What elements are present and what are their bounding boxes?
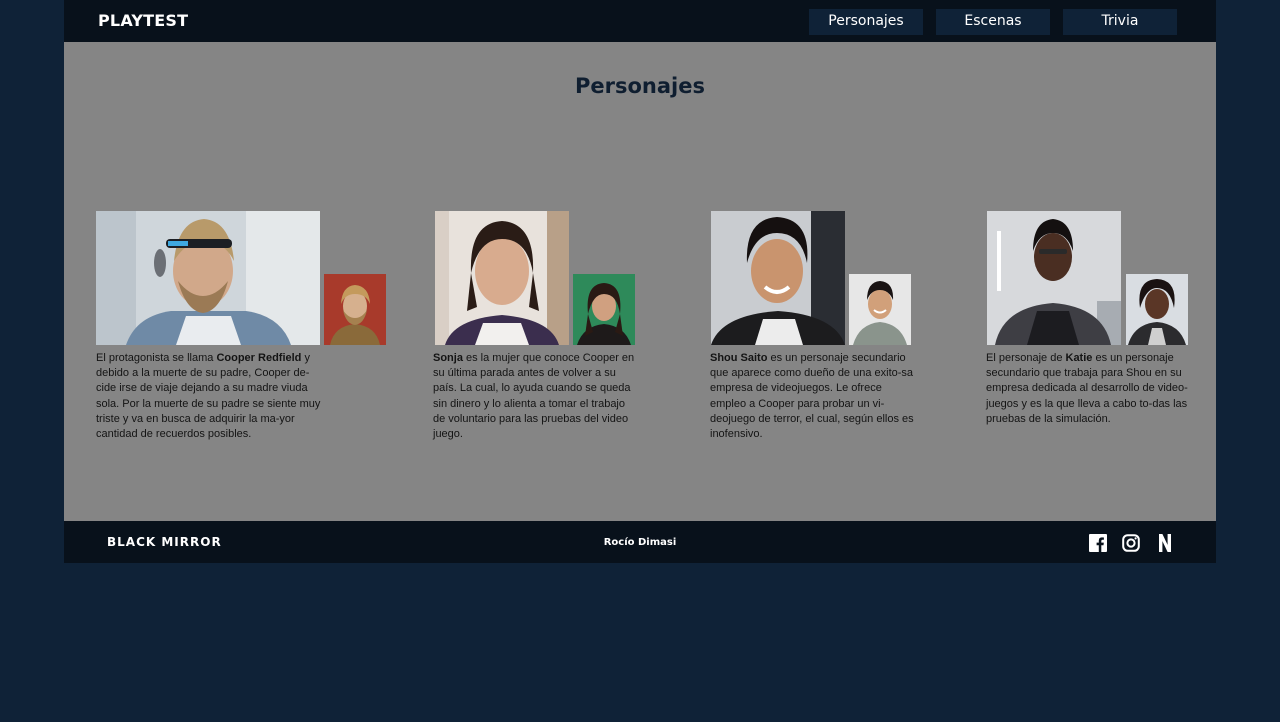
brand-logo[interactable]: PLAYTEST [98, 11, 188, 30]
sonja-scene-photo [435, 211, 569, 345]
footer: BLACK MIRROR Rocío Dimasi [64, 521, 1216, 563]
shou-scene-photo [711, 211, 845, 345]
facebook-icon[interactable] [1089, 534, 1107, 552]
instagram-icon[interactable] [1122, 534, 1140, 552]
shou-description: Shou Saito es un personaje secundario qu… [710, 352, 914, 441]
sonja-actor-photo [573, 274, 635, 345]
nav-trivia-button[interactable]: Trivia [1063, 9, 1177, 35]
top-navbar: PLAYTEST Personajes Escenas Trivia [64, 0, 1216, 42]
footer-author: Rocío Dimasi [603, 537, 677, 548]
katie-actor-photo [1126, 274, 1188, 345]
main-content: Personajes El protagonista se llama Coop… [64, 42, 1216, 521]
katie-name: Katie [1065, 352, 1093, 364]
sonja-description: Sonja es la mujer que conoce Cooper en s… [433, 352, 635, 441]
page: PLAYTEST Personajes Escenas Trivia Perso… [64, 0, 1216, 563]
nav-personajes-button[interactable]: Personajes [809, 9, 923, 35]
cooper-scene-photo [96, 211, 320, 345]
netflix-icon[interactable] [1158, 534, 1176, 552]
cooper-actor-photo [324, 274, 386, 345]
cooper-name: Cooper Redfield [216, 352, 302, 364]
shou-actor-photo [849, 274, 911, 345]
shou-name: Shou Saito [710, 352, 768, 364]
nav-escenas-button[interactable]: Escenas [936, 9, 1050, 35]
sonja-name: Sonja [433, 352, 463, 364]
katie-description: El personaje de Katie es un personaje se… [986, 352, 1188, 425]
katie-scene-photo [987, 211, 1121, 345]
cooper-description: El protagonista se llama Cooper Redfield… [96, 352, 321, 441]
page-title: Personajes [575, 74, 705, 98]
